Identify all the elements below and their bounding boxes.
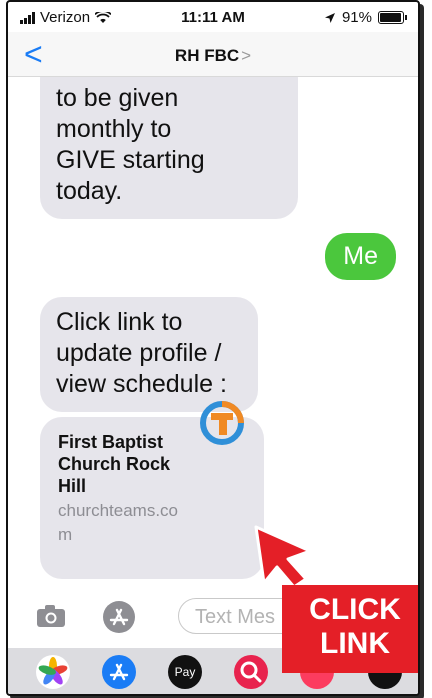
received-message-bubble: to be given monthly to GIVE starting tod… [40, 77, 298, 219]
battery-percent: 91% [341, 9, 372, 26]
churchteams-logo-icon [200, 401, 244, 445]
message-line: update profile / [56, 339, 222, 367]
phone-screenshot: Verizon 11:11 AM 91% < RH FBC > to be giv… [6, 0, 420, 696]
apple-pay-icon[interactable]: Pay [168, 655, 202, 689]
message-line: GIVE starting [56, 146, 205, 174]
callout-line: CLICK [309, 593, 401, 626]
message-list[interactable]: to be given monthly to GIVE starting tod… [8, 77, 418, 582]
link-domain: churchteams.co m [58, 499, 218, 547]
status-bar: Verizon 11:11 AM 91% [8, 2, 418, 30]
click-link-callout: CLICK LINK [282, 585, 418, 673]
link-title-line: Church Rock [58, 454, 171, 474]
message-text: Me [343, 242, 378, 270]
search-images-icon[interactable] [234, 655, 268, 689]
app-store-icon[interactable] [102, 600, 136, 634]
message-line: to be given [56, 84, 179, 112]
camera-icon[interactable] [36, 604, 66, 628]
callout-line: LINK [320, 627, 390, 660]
status-right: 91% [324, 9, 407, 26]
conversation-title[interactable]: RH FBC > [8, 46, 418, 66]
message-line: monthly to [56, 115, 172, 143]
conversation-nav-bar: < RH FBC > [8, 32, 418, 77]
link-domain-line: m [58, 525, 73, 544]
message-line: view schedule : [56, 370, 227, 398]
received-message-bubble: Click link to update profile / view sche… [40, 297, 258, 412]
contact-name: RH FBC [174, 46, 240, 65]
location-icon [324, 12, 335, 23]
link-domain-line: churchteams.co [58, 501, 178, 520]
photos-app-icon[interactable] [36, 655, 70, 689]
sent-message-bubble: Me [325, 233, 396, 280]
link-title: First Baptist Church Rock Hill [58, 431, 208, 497]
message-line: today. [56, 177, 123, 205]
link-title-line: First Baptist [58, 432, 164, 452]
pointer-arrow-icon [254, 525, 312, 589]
app-store-drawer-icon[interactable] [102, 655, 136, 689]
chevron-right-icon: > [241, 46, 252, 65]
link-title-line: Hill [58, 476, 87, 496]
message-line: Click link to [56, 308, 183, 336]
battery-icon [378, 11, 407, 24]
apple-pay-label: Pay [174, 665, 196, 679]
